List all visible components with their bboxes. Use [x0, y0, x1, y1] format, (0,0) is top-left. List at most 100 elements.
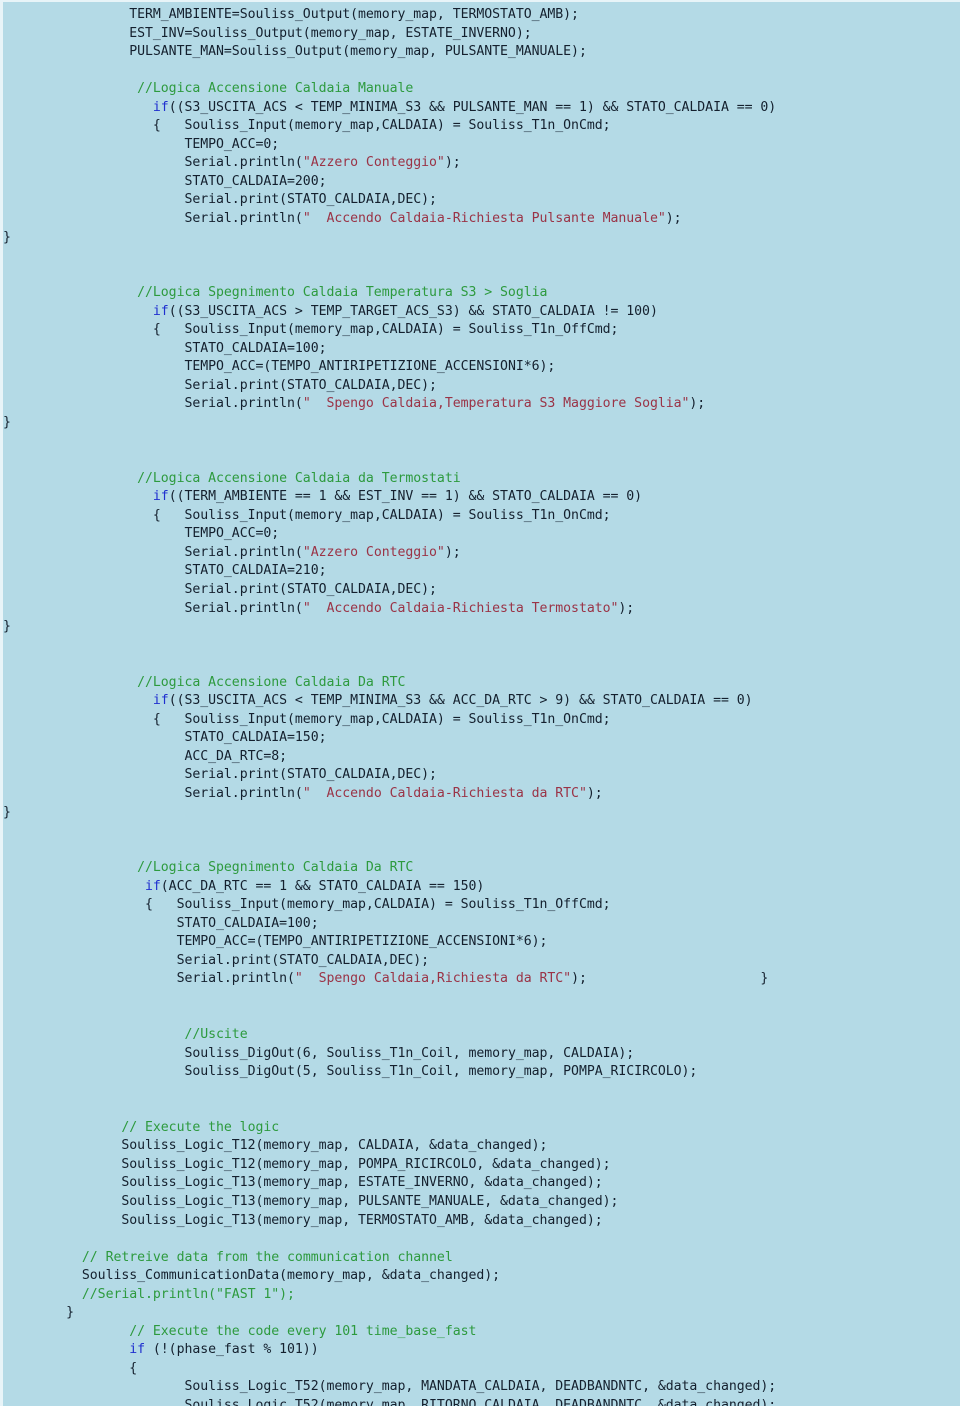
code-line: //Logica Accensione Caldaia da Termostat…: [3, 470, 960, 489]
code-line: STATO_CALDAIA=210;: [3, 562, 960, 581]
code-line: Serial.println(" Accendo Caldaia-Richies…: [3, 600, 960, 619]
code-token-plain: TERM_AMBIENTE=Souliss_Output(memory_map,…: [129, 7, 579, 22]
code-token-plain: Serial.println(: [184, 155, 303, 171]
code-line: Serial.print(STATO_CALDAIA,DEC);: [3, 377, 960, 396]
code-line: { Souliss_Input(memory_map,CALDAIA) = So…: [3, 321, 960, 340]
code-token-plain: (ACC_DA_RTC == 1 && STATO_CALDAIA == 150…: [160, 878, 485, 894]
code-line: Serial.println(" Accendo Caldaia-Richies…: [3, 210, 960, 229]
code-token-plain: );: [689, 396, 706, 412]
code-line: Serial.println("Azzero Conteggio");: [3, 544, 960, 563]
code-token-plain: }: [3, 415, 11, 431]
code-line: // Execute the code every 101 time_base_…: [3, 1323, 960, 1342]
code-line: Serial.println(" Spengo Caldaia,Richiest…: [3, 970, 960, 989]
code-line: if(ACC_DA_RTC == 1 && STATO_CALDAIA == 1…: [3, 878, 960, 897]
code-line: //Logica Accensione Caldaia Da RTC: [3, 674, 960, 693]
code-token-plain: ((TERM_AMBIENTE == 1 && EST_INV == 1) &&…: [168, 489, 643, 505]
code-line: Souliss_Logic_T13(memory_map, PULSANTE_M…: [3, 1193, 960, 1212]
code-line: Souliss_Logic_T12(memory_map, POMPA_RICI…: [3, 1156, 960, 1175]
code-token-plain: ((S3_USCITA_ACS > TEMP_TARGET_ACS_S3) &&…: [168, 303, 658, 319]
code-line: TEMPO_ACC=(TEMPO_ANTIRIPETIZIONE_ACCENSI…: [3, 933, 960, 952]
code-token-plain: { Souliss_Input(memory_map,CALDAIA) = So…: [152, 711, 611, 727]
code-token-plain: Serial.println(: [184, 396, 303, 412]
code-line: // Execute the logic: [3, 1119, 960, 1138]
code-line: Souliss_Logic_T52(memory_map, RITORNO_CA…: [3, 1397, 960, 1406]
code-line: Souliss_DigOut(5, Souliss_T1n_Coil, memo…: [3, 1063, 960, 1082]
code-token-string: " Accendo Caldaia-Richiesta Termostato": [302, 600, 619, 616]
code-token-plain: {: [129, 1360, 138, 1376]
code-line: Serial.print(STATO_CALDAIA,DEC);: [3, 191, 960, 210]
code-token-plain: ((S3_USCITA_ACS < TEMP_MINIMA_S3 && PULS…: [168, 99, 777, 115]
code-token-string: "Azzero Conteggio": [302, 544, 445, 560]
code-token-comment: // Execute the code every 101 time_base_…: [129, 1323, 477, 1339]
code-token-plain: PULSANTE_MAN=Souliss_Output(memory_map, …: [129, 44, 587, 60]
code-token-plain: { Souliss_Input(memory_map,CALDAIA) = So…: [152, 507, 611, 523]
code-line: Serial.print(STATO_CALDAIA,DEC);: [3, 952, 960, 971]
code-line: if((S3_USCITA_ACS > TEMP_TARGET_ACS_S3) …: [3, 303, 960, 322]
code-token-plain: );: [444, 155, 461, 171]
code-token-keyword: if: [145, 878, 161, 894]
code-line: }: [3, 804, 960, 823]
code-line: //Serial.println("FAST 1");: [3, 1286, 960, 1305]
source-code-block[interactable]: TERM_AMBIENTE=Souliss_Output(memory_map,…: [3, 2, 960, 1406]
code-token-plain: Serial.print(STATO_CALDAIA,DEC);: [184, 377, 437, 393]
code-token-plain: { Souliss_Input(memory_map,CALDAIA) = So…: [152, 118, 611, 134]
code-token-plain: Serial.print(STATO_CALDAIA,DEC);: [184, 192, 437, 208]
code-line: Souliss_CommunicationData(memory_map, &d…: [3, 1267, 960, 1286]
code-token-plain: Souliss_Logic_T13(memory_map, TERMOSTATO…: [121, 1212, 603, 1228]
code-token-plain: { Souliss_Input(memory_map,CALDAIA) = So…: [152, 322, 619, 338]
code-token-string: " Accendo Caldaia-Richiesta da RTC": [302, 785, 587, 801]
code-token-plain: EST_INV=Souliss_Output(memory_map, ESTAT…: [129, 25, 532, 41]
code-token-keyword: if: [129, 1342, 146, 1358]
code-token-plain: Serial.println(: [184, 785, 303, 801]
code-line: //Logica Spegnimento Caldaia Temperatura…: [3, 284, 960, 303]
code-token-plain: TEMPO_ACC=0;: [184, 136, 280, 152]
code-token-keyword: if: [152, 489, 169, 505]
code-token-plain: );: [618, 600, 635, 616]
code-token-string: " Spengo Caldaia,Temperatura S3 Maggiore…: [302, 396, 690, 412]
code-token-plain: Souliss_Logic_T12(memory_map, CALDAIA, &…: [121, 1138, 548, 1154]
code-line: TEMPO_ACC=0;: [3, 136, 960, 155]
code-token-plain: Souliss_CommunicationData(memory_map, &d…: [81, 1268, 501, 1284]
code-token-plain: STATO_CALDAIA=210;: [184, 563, 327, 579]
code-line: Souliss_Logic_T12(memory_map, CALDAIA, &…: [3, 1137, 960, 1156]
code-token-keyword: if: [152, 99, 169, 115]
code-line: if((S3_USCITA_ACS < TEMP_MINIMA_S3 && AC…: [3, 692, 960, 711]
code-line: }: [3, 414, 960, 433]
code-token-string: " Spengo Caldaia,Richiesta da RTC": [294, 971, 572, 987]
code-line: Souliss_Logic_T13(memory_map, TERMOSTATO…: [3, 1212, 960, 1231]
code-line: { Souliss_Input(memory_map,CALDAIA) = So…: [3, 507, 960, 526]
